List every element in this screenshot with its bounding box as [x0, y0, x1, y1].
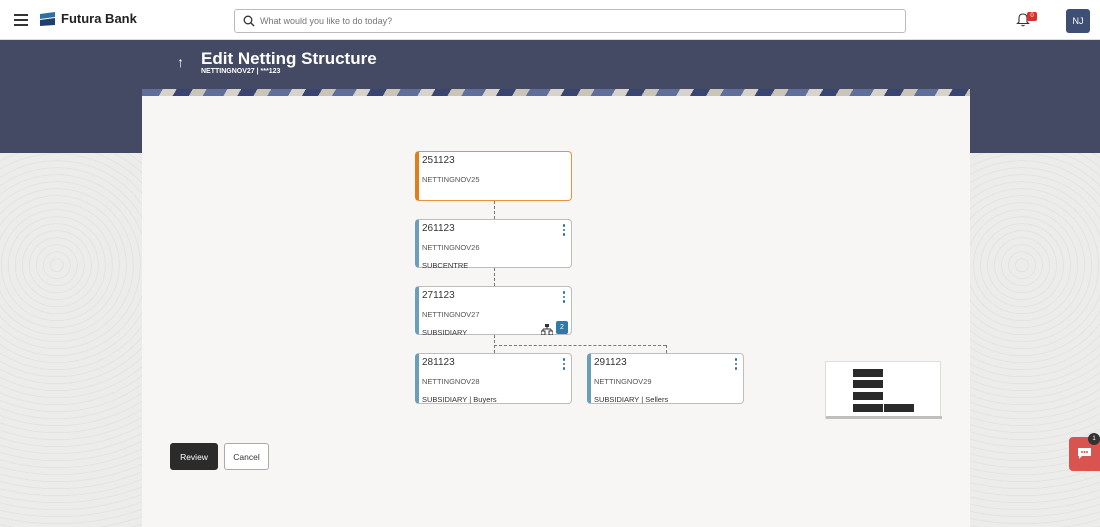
more-options-icon[interactable]	[561, 358, 567, 372]
chat-badge: 1	[1088, 433, 1100, 445]
node-code: 271123	[422, 290, 455, 301]
structure-minimap[interactable]	[825, 361, 942, 419]
cancel-button[interactable]: Cancel	[224, 443, 269, 470]
background-pattern	[0, 153, 142, 527]
connector-line	[494, 201, 495, 219]
decorative-pattern	[142, 89, 970, 96]
node-code: 291123	[594, 357, 627, 368]
back-arrow-icon[interactable]: ↑	[177, 54, 184, 70]
hierarchy-icon[interactable]	[541, 324, 553, 335]
page-title: Edit Netting Structure	[201, 49, 377, 68]
minimap-node	[853, 369, 883, 377]
node-level2[interactable]: 271123 NETTINGNOV27 SUBSIDIARY 2	[415, 286, 572, 337]
node-name: NETTINGNOV25	[422, 175, 480, 184]
child-count-badge[interactable]: 2	[556, 321, 568, 334]
node-type: SUBCENTRE	[422, 261, 469, 270]
node-type: SUBSIDIARY	[422, 328, 468, 337]
search-icon	[243, 15, 255, 27]
menu-icon[interactable]	[14, 14, 28, 26]
minimap-node	[853, 380, 883, 388]
avatar[interactable]: NJ	[1066, 9, 1090, 33]
node-child-sellers[interactable]: 291123 NETTINGNOV29 SUBSIDIARY | Sellers	[587, 353, 744, 404]
notification-badge: 0	[1027, 12, 1037, 21]
chat-icon	[1078, 448, 1091, 459]
review-button[interactable]: Review	[170, 443, 218, 470]
connector-line	[494, 345, 666, 346]
node-level1[interactable]: 261123 NETTINGNOV26 SUBCENTRE	[415, 219, 572, 270]
node-name: NETTINGNOV27	[422, 310, 480, 319]
minimap-scrollbar[interactable]	[826, 416, 942, 419]
minimap-node	[884, 404, 914, 412]
node-name: NETTINGNOV26	[422, 243, 480, 252]
node-root[interactable]: 251123 NETTINGNOV25	[415, 151, 572, 201]
search-input[interactable]	[260, 10, 860, 32]
connector-line	[494, 335, 495, 353]
bank-logo-icon	[40, 12, 55, 26]
node-type: SUBSIDIARY | Sellers	[594, 395, 669, 404]
brand-name: Futura Bank	[61, 11, 137, 26]
node-code: 281123	[422, 357, 455, 368]
search-box[interactable]	[234, 9, 906, 33]
minimap-node	[853, 392, 883, 400]
node-name: NETTINGNOV28	[422, 377, 480, 386]
minimap-node	[853, 404, 883, 412]
node-type: SUBSIDIARY | Buyers	[422, 395, 497, 404]
more-options-icon[interactable]	[561, 224, 567, 238]
node-child-buyers[interactable]: 281123 NETTINGNOV28 SUBSIDIARY | Buyers	[415, 353, 572, 404]
more-options-icon[interactable]	[733, 358, 739, 372]
connector-line	[494, 268, 495, 286]
node-code: 261123	[422, 223, 455, 234]
node-code: 251123	[422, 155, 455, 166]
node-name: NETTINGNOV29	[594, 377, 652, 386]
page-subtitle: NETTINGNOV27 | ***123	[201, 68, 281, 75]
connector-line	[666, 345, 667, 353]
more-options-icon[interactable]	[561, 291, 567, 305]
top-bar: Futura Bank 0 NJ	[0, 0, 1100, 40]
